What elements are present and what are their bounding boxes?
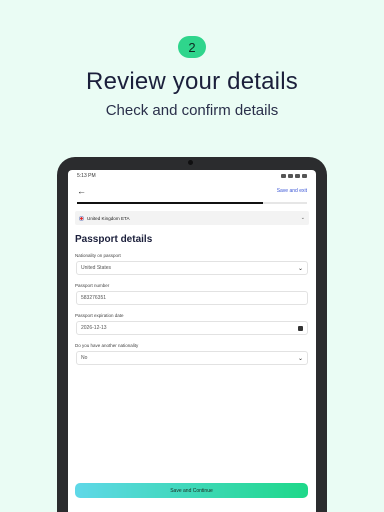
uk-flag-icon (79, 215, 84, 221)
page-title: Review your details (86, 68, 298, 95)
passport-number-value: 583276351 (81, 295, 107, 301)
nationality-label: Nationality on passport (75, 253, 121, 258)
nationality-value: United States (81, 265, 112, 271)
camera-dot (188, 160, 193, 165)
alarm-icon (281, 174, 286, 178)
status-time: 5:13 PM (77, 173, 96, 179)
chevron-down-icon: ⌄ (300, 215, 305, 221)
back-arrow-icon[interactable]: ← (77, 186, 86, 196)
nationality-select[interactable]: United States ⌄ (76, 261, 308, 275)
passport-number-label: Passport number (75, 283, 110, 288)
section-title: Passport details (75, 234, 153, 245)
calendar-icon[interactable] (298, 325, 303, 331)
progress-bar (77, 202, 307, 204)
save-and-continue-button[interactable]: Save and Continue (75, 483, 308, 498)
bluetooth-icon (288, 174, 293, 178)
battery-icon (302, 174, 307, 178)
other-nationality-label: Do you have another nationality (75, 343, 139, 348)
other-nationality-select[interactable]: No ⌄ (76, 351, 308, 365)
expiration-date-label: Passport expiration date (75, 313, 124, 318)
page-subtitle: Check and confirm details (105, 102, 279, 119)
application-type-dropdown[interactable]: United Kingdom ETA ⌄ (75, 211, 309, 225)
application-type-label: United Kingdom ETA (87, 215, 130, 221)
status-bar: 5:13 PM (68, 170, 316, 182)
status-icons (281, 174, 307, 178)
step-number-badge: 2 (178, 36, 206, 58)
expiration-date-value: 2026-12-13 (81, 325, 107, 331)
passport-number-input[interactable]: 583276351 (76, 291, 308, 305)
wifi-icon (295, 174, 300, 178)
app-bar: ← Save and exit (68, 182, 316, 200)
progress-fill (77, 202, 264, 204)
other-nationality-value: No (81, 355, 88, 361)
chevron-down-icon: ⌄ (297, 355, 303, 362)
tablet-screen: 5:13 PM ← Save and exit United Kingdom E… (68, 170, 316, 512)
save-and-exit-link[interactable]: Save and exit (277, 188, 307, 194)
chevron-down-icon: ⌄ (297, 265, 303, 272)
expiration-date-input[interactable]: 2026-12-13 (76, 321, 308, 335)
